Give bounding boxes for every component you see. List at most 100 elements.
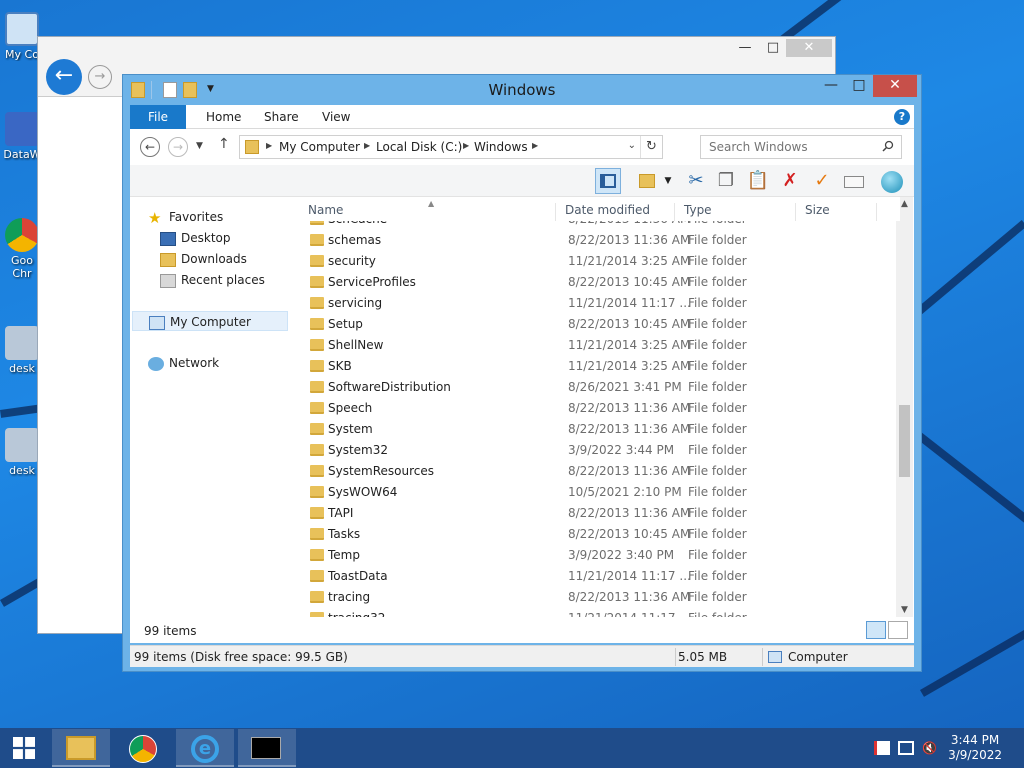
address-dropdown-icon[interactable]: ⌄ (628, 140, 636, 151)
vertical-scrollbar[interactable]: ▲ ▼ (896, 197, 913, 617)
table-row[interactable]: schemas 8/22/2013 11:36 AM File folder (300, 230, 900, 251)
ribbon-tabs: File Home Share View ? (130, 105, 914, 129)
tab-home[interactable]: Home (192, 105, 255, 129)
table-row[interactable]: security 11/21/2014 3:25 AM File folder (300, 251, 900, 272)
table-row[interactable]: servicing 11/21/2014 11:17 ... File folder (300, 293, 900, 314)
table-row[interactable]: System32 3/9/2022 3:44 PM File folder (300, 440, 900, 461)
address-bar[interactable]: ▶ My Computer ▶ Local Disk (C:) ▶ Window… (239, 135, 663, 159)
minimize-button[interactable]: — (817, 75, 845, 97)
browser-close-button[interactable]: ✕ (786, 39, 832, 57)
search-icon[interactable] (882, 140, 894, 152)
breadcrumb-windows[interactable]: Windows (474, 140, 528, 154)
maximize-button[interactable]: □ (845, 75, 873, 97)
details-view-icon[interactable] (866, 621, 886, 639)
rename-icon[interactable]: ✓ (809, 168, 835, 194)
up-button[interactable]: ↑ (218, 136, 230, 152)
table-row[interactable]: System 8/22/2013 11:36 AM File folder (300, 419, 900, 440)
title-bar[interactable]: ▼ Windows — □ ✕ (123, 75, 921, 105)
taskbar-chrome[interactable] (114, 729, 172, 767)
breadcrumb-arrow-icon[interactable]: ▶ (463, 141, 469, 150)
search-input[interactable] (700, 135, 902, 159)
taskbar: e 🔇 3:44 PM 3/9/2022 (0, 728, 1024, 768)
network-status-icon[interactable] (898, 741, 914, 755)
file-name: Setup (328, 317, 363, 331)
tab-share[interactable]: Share (250, 105, 313, 129)
delete-icon[interactable]: ✗ (777, 168, 803, 194)
computer-icon (768, 651, 782, 663)
folder-icon (310, 381, 324, 393)
refresh-icon[interactable]: ↻ (640, 136, 662, 158)
browser-minimize-button[interactable]: — (730, 39, 760, 57)
column-label: Date modified (565, 203, 651, 217)
file-type: File folder (688, 338, 747, 352)
nav-recent-places[interactable]: Recent places (160, 270, 265, 290)
nav-network[interactable]: Network (148, 353, 219, 373)
recent-locations-icon[interactable]: ▼ (196, 141, 203, 151)
action-center-flag-icon[interactable] (874, 741, 890, 755)
folder-icon (310, 465, 324, 477)
table-row[interactable]: Temp 3/9/2022 3:40 PM File folder (300, 545, 900, 566)
browser-back-button[interactable]: ← (46, 59, 82, 95)
paste-icon[interactable]: 📋 (745, 168, 771, 194)
preview-pane-icon[interactable] (595, 168, 621, 194)
toolbar-dropdown-icon[interactable]: ▼ (661, 168, 675, 194)
taskbar-command-prompt[interactable] (238, 729, 296, 767)
network-globe-icon[interactable] (879, 168, 905, 194)
system-clock[interactable]: 3:44 PM 3/9/2022 (948, 733, 1002, 763)
file-type: File folder (688, 254, 747, 268)
table-row[interactable]: ServiceProfiles 8/22/2013 10:45 AM File fo… (300, 272, 900, 293)
tab-file[interactable]: File (130, 105, 186, 129)
table-row[interactable]: Speech 8/22/2013 11:36 AM File folder (300, 398, 900, 419)
explorer-window[interactable]: ▼ Windows — □ ✕ File Home Share View ? ←… (122, 74, 922, 672)
help-icon[interactable]: ? (894, 109, 910, 125)
properties-icon[interactable] (841, 168, 867, 194)
close-button[interactable]: ✕ (873, 75, 917, 97)
file-name: SystemResources (328, 464, 435, 478)
column-date-modified[interactable]: Date modified (557, 203, 675, 221)
table-row[interactable]: Setup 8/22/2013 10:45 AM File folder (300, 314, 900, 335)
table-row[interactable]: SystemResources 8/22/2013 11:36 AM File fo… (300, 461, 900, 482)
tab-view[interactable]: View (308, 105, 364, 129)
nav-favorites[interactable]: ★ Favorites (148, 207, 223, 227)
nav-my-computer[interactable]: My Computer (132, 311, 288, 331)
table-row[interactable]: tracing 8/22/2013 11:36 AM File folder (300, 587, 900, 608)
column-label: Name (308, 203, 344, 217)
breadcrumb-my-computer[interactable]: My Computer (279, 140, 360, 154)
start-button[interactable] (0, 729, 48, 767)
browser-forward-button[interactable]: → (88, 65, 112, 89)
file-date-modified: 3/9/2022 3:44 PM (568, 443, 675, 457)
breadcrumb-arrow-icon[interactable]: ▶ (364, 141, 370, 150)
table-row[interactable]: SKB 11/21/2014 3:25 AM File folder (300, 356, 900, 377)
nav-downloads[interactable]: Downloads (160, 249, 247, 269)
table-row[interactable]: TAPI 8/22/2013 11:36 AM File folder (300, 503, 900, 524)
table-row[interactable]: tracing32 11/21/2014 11:17 ...File folder (300, 608, 900, 617)
breadcrumb-local-disk[interactable]: Local Disk (C:) (376, 140, 462, 154)
table-row[interactable]: SoftwareDistribution 8/26/2021 3:41 PM Fil… (300, 377, 900, 398)
file-type: File folder (688, 380, 747, 394)
taskbar-file-explorer[interactable] (52, 729, 110, 767)
breadcrumb-arrow-icon[interactable]: ▶ (266, 141, 272, 150)
scrollbar-thumb[interactable] (899, 405, 910, 477)
forward-button[interactable]: → (168, 137, 188, 157)
app-shortcut-icon (5, 112, 39, 146)
taskbar-internet-explorer[interactable]: e (176, 729, 234, 767)
table-row[interactable]: SysWOW64 10/5/2021 2:10 PM File folder (300, 482, 900, 503)
table-row[interactable]: ToastData 11/21/2014 11:17 ... File folder (300, 566, 900, 587)
copy-icon[interactable]: ❐ (713, 168, 739, 194)
back-button[interactable]: ← (140, 137, 160, 157)
clock-time: 3:44 PM (950, 733, 1000, 747)
column-type[interactable]: Type (676, 203, 796, 221)
browser-maximize-button[interactable]: □ (758, 39, 788, 57)
column-size[interactable]: Size (797, 203, 877, 221)
large-icons-view-icon[interactable] (888, 621, 908, 639)
volume-muted-icon[interactable]: 🔇 (922, 741, 938, 755)
file-name: Temp (328, 548, 360, 562)
table-row[interactable]: ShellNew 11/21/2014 3:25 AM File folder (300, 335, 900, 356)
table-row[interactable]: Tasks 8/22/2013 10:45 AM File folder (300, 524, 900, 545)
file-type: File folder (688, 317, 747, 331)
scroll-down-icon[interactable]: ▼ (896, 605, 913, 615)
breadcrumb-arrow-icon[interactable]: ▶ (532, 141, 538, 150)
cut-icon[interactable]: ✂ (683, 168, 709, 194)
nav-desktop[interactable]: Desktop (160, 228, 231, 248)
folder-options-icon[interactable] (634, 168, 660, 194)
